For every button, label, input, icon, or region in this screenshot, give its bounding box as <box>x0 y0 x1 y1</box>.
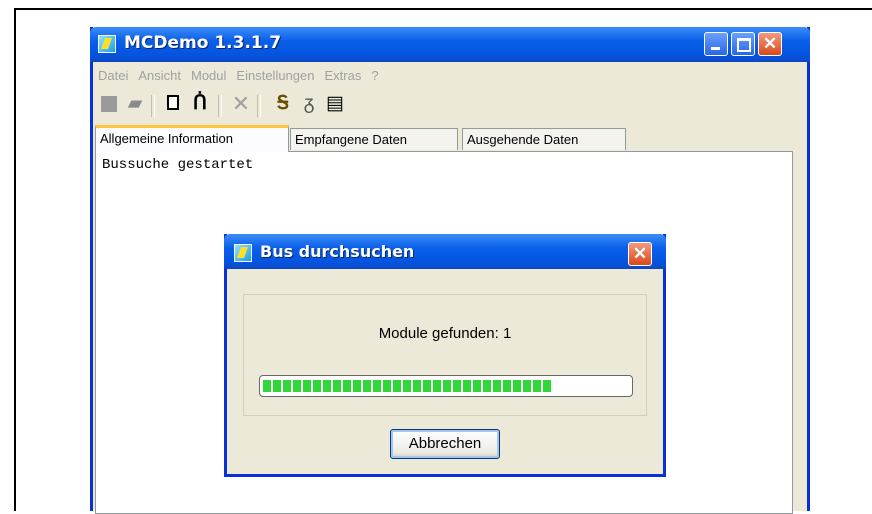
progress-fill <box>263 380 553 392</box>
title-bar[interactable]: MCDemo 1.3.1.7 ✕ <box>90 27 810 62</box>
app-icon <box>234 244 252 262</box>
close-icon: ✕ <box>762 34 778 53</box>
toolbar: ▰ ᑏ ✕ Ꭶ ᵹ ▤ <box>93 89 807 121</box>
menu-extras[interactable]: Extras <box>319 63 366 83</box>
menu-ansicht[interactable]: Ansicht <box>133 63 186 83</box>
bus-search-dialog: Bus durchsuchen ✕ Module gefunden: 1 Abb… <box>224 234 666 477</box>
modules-found-label: Module gefunden: 1 <box>378 325 512 342</box>
tab-ausgehende-daten[interactable]: Ausgehende Daten <box>462 128 626 150</box>
toolbar-separator <box>151 95 155 117</box>
dialog-title-bar[interactable]: Bus durchsuchen ✕ <box>224 234 666 269</box>
maximize-button[interactable] <box>731 32 755 56</box>
dialog-close-button[interactable]: ✕ <box>628 242 652 266</box>
window-title: MCDemo 1.3.1.7 <box>124 33 282 53</box>
close-icon: ✕ <box>632 244 648 263</box>
tab-empfangene-daten[interactable]: Empfangene Daten <box>290 128 458 150</box>
minimize-button[interactable] <box>704 32 728 56</box>
toolbar-separator <box>257 95 261 117</box>
stop-icon[interactable] <box>99 94 119 114</box>
close-button[interactable]: ✕ <box>758 32 782 56</box>
menu-modul[interactable]: Modul <box>186 63 231 83</box>
bus-search-icon[interactable]: Ꭶ <box>273 94 293 114</box>
dialog-title: Bus durchsuchen <box>260 242 415 261</box>
delete-icon[interactable]: ✕ <box>231 93 251 115</box>
menu-datei[interactable]: Datei <box>93 63 133 83</box>
toolbar-separator <box>218 95 222 117</box>
connect-icon[interactable]: ᵹ <box>299 94 319 114</box>
menu-help[interactable]: ? <box>366 63 383 83</box>
menu-einstellungen[interactable]: Einstellungen <box>231 63 319 83</box>
cancel-button[interactable]: Abbrechen <box>390 429 500 459</box>
tab-strip: Allgemeine Information Empfangene Daten … <box>95 125 807 152</box>
new-document-icon[interactable] <box>164 94 184 114</box>
print-icon[interactable]: ▰ <box>125 94 145 114</box>
menu-bar: Datei Ansicht Modul Einstellungen Extras? <box>93 63 807 87</box>
tab-allgemeine-information[interactable]: Allgemeine Information <box>95 125 289 152</box>
app-icon <box>98 35 116 53</box>
console-output: Bussuche gestartet <box>102 157 254 173</box>
properties-icon[interactable]: ▤ <box>325 94 345 114</box>
status-group: Module gefunden: 1 <box>243 294 647 416</box>
binoculars-icon[interactable]: ᑏ <box>190 94 210 114</box>
progress-bar <box>259 375 633 397</box>
